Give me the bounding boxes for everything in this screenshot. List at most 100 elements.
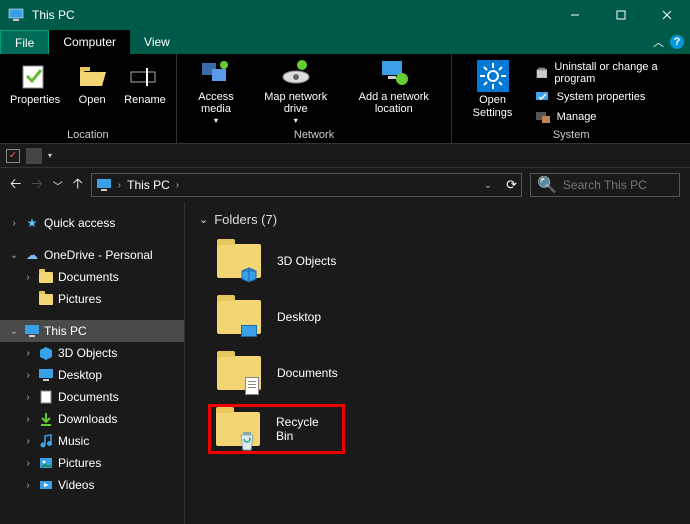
manage-icon <box>535 109 551 125</box>
tree-videos[interactable]: ›Videos <box>0 474 184 496</box>
tree-onedrive[interactable]: ⌄ ☁ OneDrive - Personal <box>0 244 184 266</box>
folder-recycle-bin[interactable]: Recycle Bin <box>209 405 344 453</box>
file-explorer-window: This PC File Computer View ︿ ? Propertie… <box>0 0 690 524</box>
nav-history-dropdown-icon[interactable]: ﹀ <box>53 178 63 193</box>
desktop-icon <box>38 367 54 383</box>
open-button[interactable]: Open <box>68 58 116 109</box>
tree-pictures[interactable]: ›Pictures <box>0 452 184 474</box>
open-icon <box>76 60 108 92</box>
window-title: This PC <box>32 8 552 22</box>
breadcrumb-sep-icon[interactable]: › <box>176 180 179 191</box>
nav-back-button[interactable]: 🡠 <box>10 173 21 197</box>
ribbon-tabs: File Computer View ︿ ? <box>0 30 690 54</box>
documents-icon <box>38 389 54 405</box>
qat-dropdown-icon[interactable]: ▾ <box>48 151 52 160</box>
add-network-location-button[interactable]: Add a network location <box>342 55 445 118</box>
expand-icon[interactable]: › <box>22 370 34 381</box>
expand-icon[interactable]: › <box>8 218 20 229</box>
expand-icon[interactable]: › <box>22 458 34 469</box>
tree-documents[interactable]: ›Documents <box>0 386 184 408</box>
expand-icon[interactable]: › <box>22 272 34 283</box>
access-media-button[interactable]: Access media▾ <box>183 55 250 127</box>
chevron-down-icon: ⌄ <box>199 213 208 226</box>
folder-recycle-bin-icon <box>215 409 262 449</box>
address-bar[interactable]: › This PC › ⌄ ⟳ <box>91 173 522 197</box>
tree-this-pc[interactable]: ⌄ This PC <box>0 320 184 342</box>
address-bar-row: 🡠 🡢 ﹀ 🡡 › This PC › ⌄ ⟳ 🔍 <box>0 168 690 202</box>
collapse-icon[interactable]: ⌄ <box>8 250 20 261</box>
qat-item[interactable] <box>26 148 42 164</box>
maximize-button[interactable] <box>598 0 644 30</box>
nav-forward-button[interactable]: 🡢 <box>31 173 42 197</box>
minimize-button[interactable] <box>552 0 598 30</box>
open-settings-button[interactable]: Open Settings <box>458 58 526 121</box>
downloads-icon <box>38 411 54 427</box>
ribbon-group-system: Open Settings Uninstall or change a prog… <box>452 54 690 143</box>
expand-icon[interactable]: › <box>22 436 34 447</box>
tree-3d-objects[interactable]: ›3D Objects <box>0 342 184 364</box>
uninstall-button[interactable]: Uninstall or change a program <box>531 60 684 86</box>
expand-icon[interactable]: › <box>22 392 34 403</box>
folder-documents[interactable]: Documents <box>209 349 379 397</box>
tab-view[interactable]: View <box>130 30 184 54</box>
nav-up-button[interactable]: 🡡 <box>73 173 83 197</box>
expand-icon[interactable]: › <box>22 348 34 359</box>
expand-icon[interactable]: › <box>22 480 34 491</box>
folder-desktop[interactable]: Desktop <box>209 293 379 341</box>
folder-3d-objects-icon <box>215 241 263 281</box>
content-pane: ⌄ Folders (7) 3D Objects Desktop Documen… <box>185 202 690 524</box>
group-label-system: System <box>458 127 684 141</box>
expand-icon[interactable]: › <box>22 414 34 425</box>
ribbon: Properties Open Rename Location Access m… <box>0 54 690 144</box>
this-pc-icon <box>8 7 24 23</box>
this-pc-icon <box>96 177 112 193</box>
dropdown-caret-icon: ▾ <box>257 116 334 125</box>
tab-computer[interactable]: Computer <box>49 30 130 54</box>
tree-desktop[interactable]: ›Desktop <box>0 364 184 386</box>
properties-icon <box>19 60 51 92</box>
folder-icon <box>38 291 54 307</box>
search-icon: 🔍 <box>537 175 557 195</box>
collapse-icon[interactable]: ⌄ <box>8 326 20 337</box>
tree-onedrive-documents[interactable]: ›Documents <box>0 266 184 288</box>
group-label-network: Network <box>183 127 446 141</box>
star-icon: ★ <box>24 215 40 231</box>
folder-3d-icon <box>38 345 54 361</box>
properties-button[interactable]: Properties <box>6 58 64 109</box>
address-dropdown-icon[interactable]: ⌄ <box>484 180 492 191</box>
settings-gear-icon <box>477 60 509 92</box>
ribbon-collapse-caret-icon[interactable]: ︿ <box>653 34 664 50</box>
folder-icon <box>38 269 54 285</box>
qat-checkbox[interactable]: ✓ <box>6 149 20 163</box>
search-box[interactable]: 🔍 <box>530 173 680 197</box>
breadcrumb-sep-icon[interactable]: › <box>118 180 121 191</box>
access-media-icon <box>200 57 232 89</box>
uninstall-icon <box>535 65 549 81</box>
titlebar[interactable]: This PC <box>0 0 690 30</box>
tab-file[interactable]: File <box>0 30 49 54</box>
map-drive-icon <box>280 57 312 89</box>
pictures-icon <box>38 455 54 471</box>
folders-section-header[interactable]: ⌄ Folders (7) <box>199 212 676 227</box>
this-pc-icon <box>24 323 40 339</box>
system-properties-button[interactable]: System properties <box>531 88 684 106</box>
music-icon <box>38 433 54 449</box>
close-button[interactable] <box>644 0 690 30</box>
videos-icon <box>38 477 54 493</box>
tree-downloads[interactable]: ›Downloads <box>0 408 184 430</box>
cloud-icon: ☁ <box>24 247 40 263</box>
ribbon-group-location: Properties Open Rename Location <box>0 54 177 143</box>
breadcrumb-this-pc[interactable]: This PC <box>127 178 170 192</box>
help-icon[interactable]: ? <box>670 35 684 49</box>
tree-quick-access[interactable]: › ★ Quick access <box>0 212 184 234</box>
ribbon-group-network: Access media▾ Map network drive▾ Add a n… <box>177 54 453 143</box>
search-input[interactable] <box>563 178 673 192</box>
quick-access-toolbar: ✓ ▾ <box>0 144 690 168</box>
manage-button[interactable]: Manage <box>531 108 684 126</box>
map-drive-button[interactable]: Map network drive▾ <box>253 55 338 127</box>
refresh-button[interactable]: ⟳ <box>506 177 517 193</box>
folder-3d-objects[interactable]: 3D Objects <box>209 237 379 285</box>
tree-music[interactable]: ›Music <box>0 430 184 452</box>
rename-button[interactable]: Rename <box>120 58 170 109</box>
tree-onedrive-pictures[interactable]: Pictures <box>0 288 184 310</box>
